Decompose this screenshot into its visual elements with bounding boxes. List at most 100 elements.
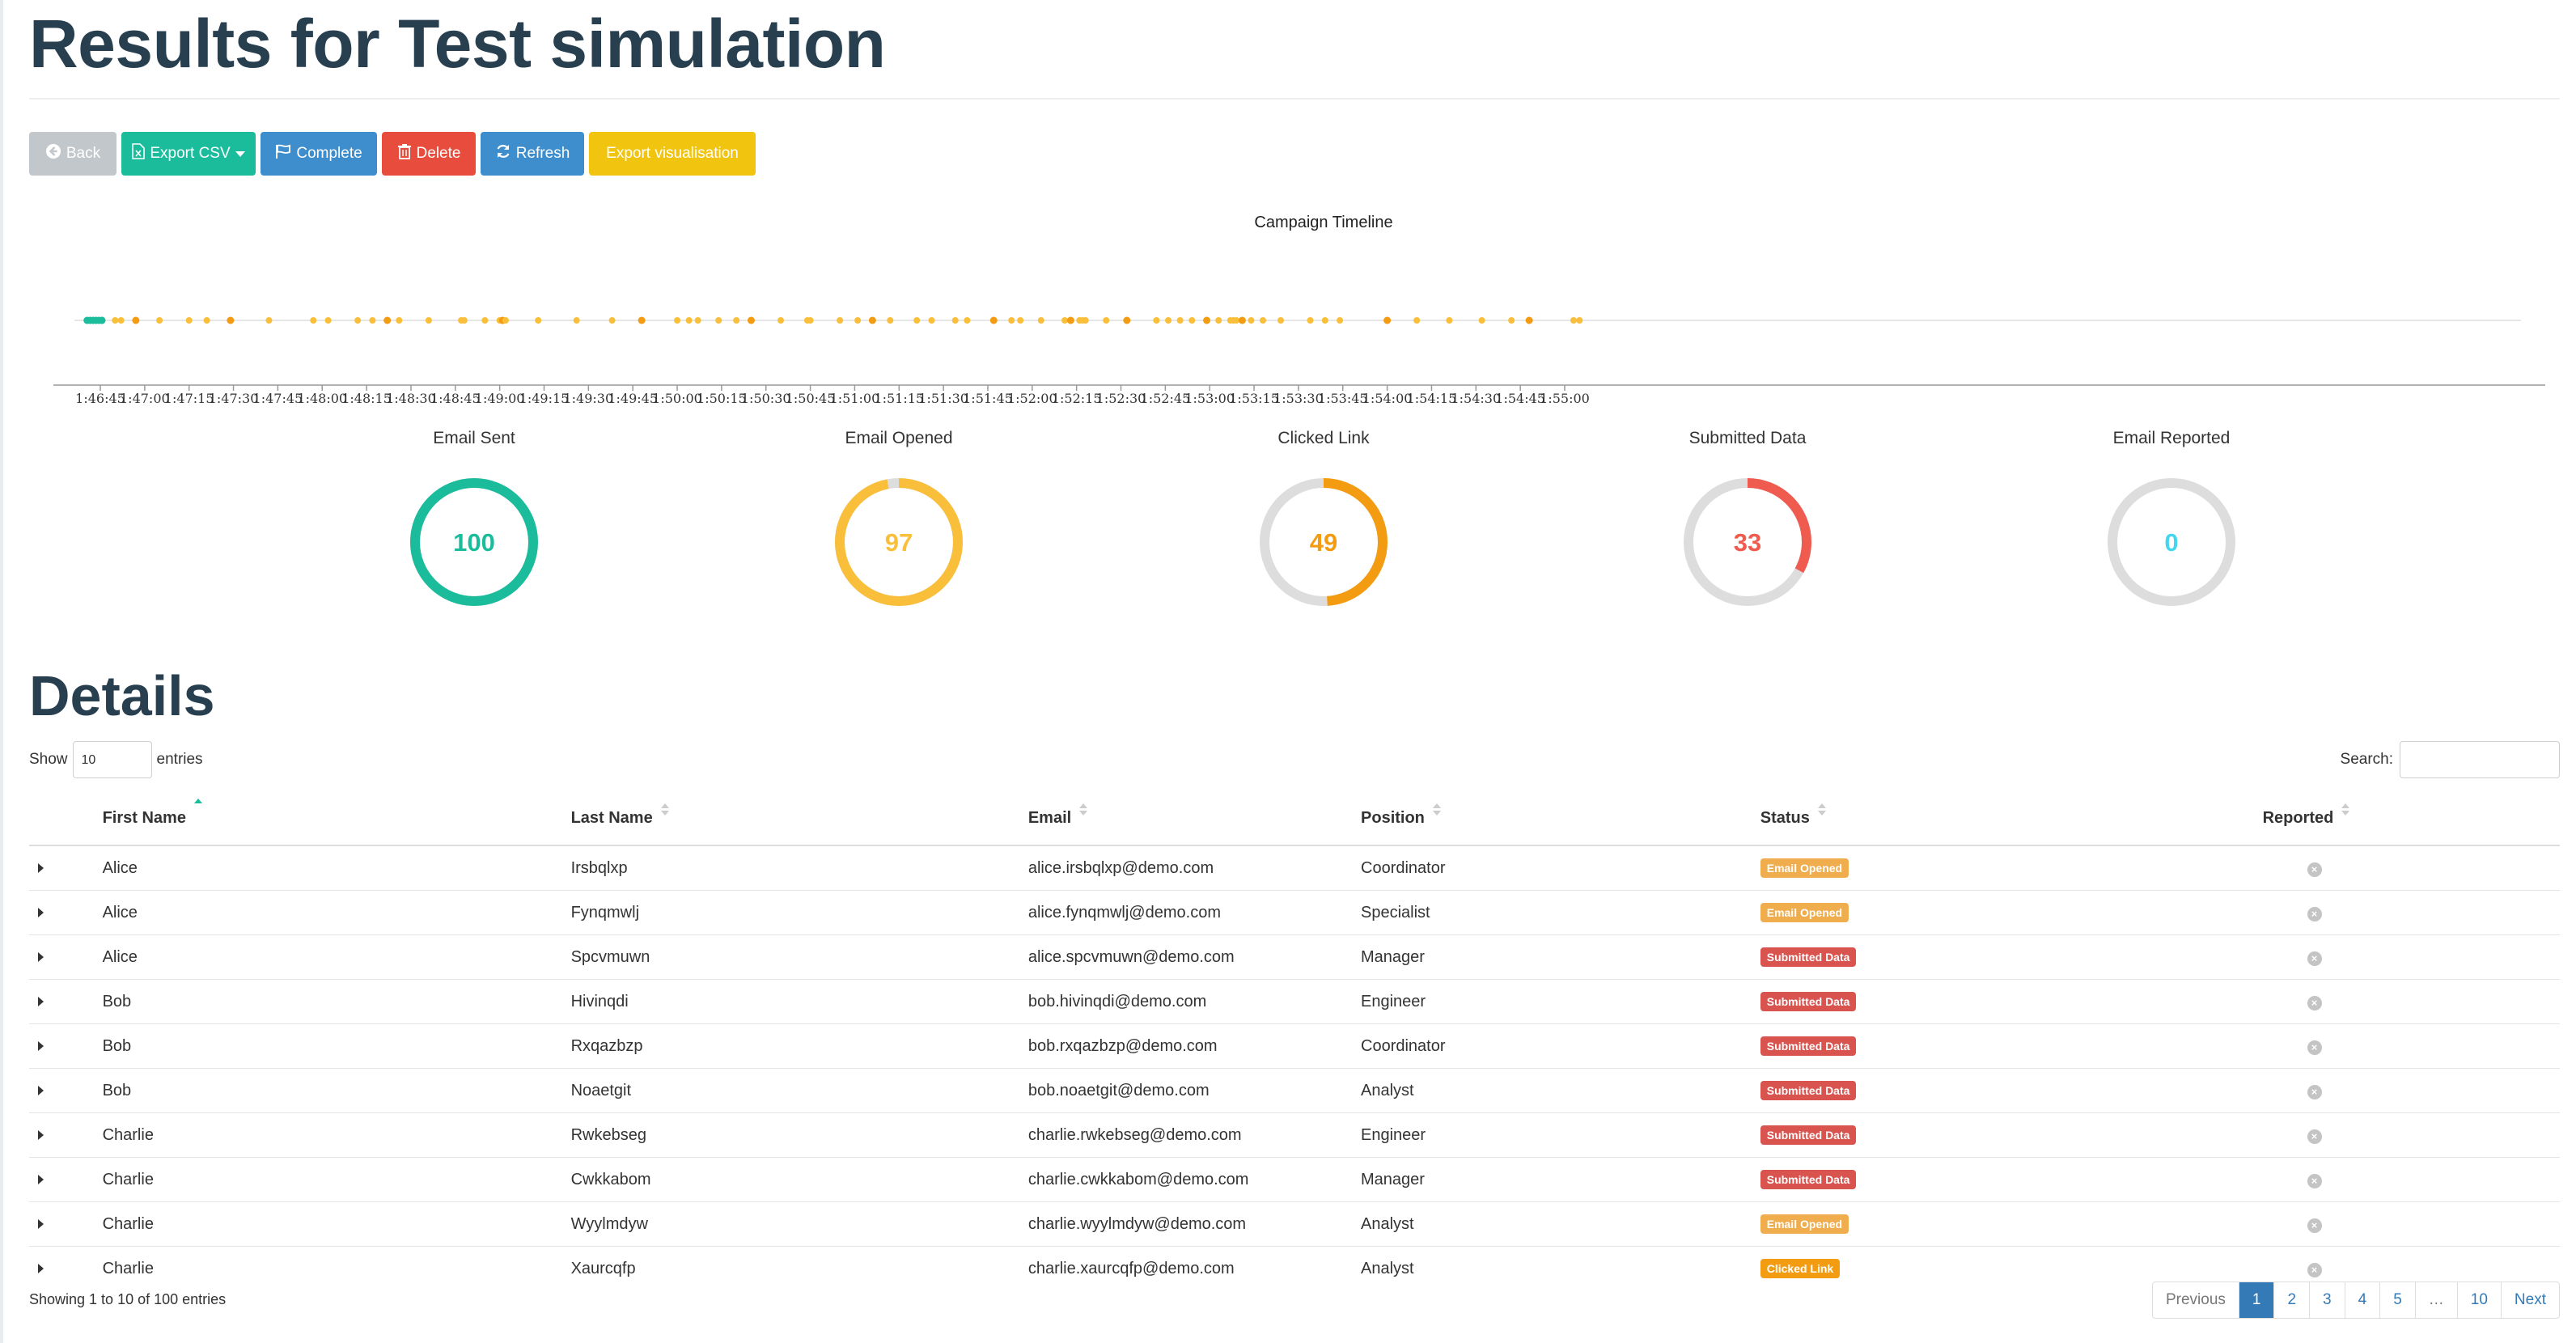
caret-right-icon[interactable] — [38, 907, 44, 917]
timeline-event-dot[interactable] — [1478, 317, 1485, 324]
column-header-email[interactable]: Email — [1027, 791, 1361, 846]
timeline-event-dot[interactable] — [1277, 317, 1284, 324]
expand-row-cell[interactable] — [29, 934, 102, 980]
export-visualisation-button[interactable]: Export visualisation — [589, 132, 756, 176]
expand-row-cell[interactable] — [29, 1157, 102, 1202]
timeline-event-dot[interactable] — [1508, 317, 1515, 324]
timeline-event-dot[interactable] — [324, 317, 332, 324]
caret-right-icon[interactable] — [38, 1174, 44, 1184]
table-row[interactable]: Bob Rxqazbzp bob.rxqazbzp@demo.com Coordina… — [29, 1023, 2560, 1069]
caret-right-icon[interactable] — [38, 1263, 44, 1273]
timeline-event-dot[interactable] — [502, 317, 509, 324]
timeline-event-dot[interactable] — [1576, 317, 1583, 324]
timeline-event-dot[interactable] — [1321, 317, 1328, 324]
timeline-event-dot[interactable] — [964, 317, 971, 324]
timeline-event-dot[interactable] — [694, 317, 701, 324]
caret-right-icon[interactable] — [38, 1040, 44, 1051]
timeline-event-dot[interactable] — [1203, 316, 1211, 324]
timeline-event-dot[interactable] — [265, 317, 273, 324]
timeline-event-dot[interactable] — [1176, 317, 1184, 324]
expand-row-cell[interactable] — [29, 890, 102, 935]
caret-right-icon[interactable] — [38, 1085, 44, 1095]
timeline-event-dot[interactable] — [117, 317, 125, 324]
timeline-event-dot[interactable] — [1238, 316, 1246, 324]
timeline-event-dot[interactable] — [913, 317, 921, 324]
timeline-event-dot[interactable] — [310, 317, 317, 324]
timeline-event-dot[interactable] — [573, 317, 580, 324]
timeline-event-dot[interactable] — [928, 317, 935, 324]
timeline-event-dot[interactable] — [777, 317, 785, 324]
timeline-event-dot[interactable] — [854, 317, 862, 324]
timeline-event-dot[interactable] — [989, 316, 998, 324]
timeline-event-dot[interactable] — [1260, 317, 1267, 324]
timeline-event-dot[interactable] — [1037, 317, 1044, 324]
timeline-event-dot[interactable] — [1233, 317, 1240, 324]
timeline-event-dot[interactable] — [1082, 317, 1089, 324]
timeline-event-dot[interactable] — [1188, 317, 1196, 324]
timeline-event-dot[interactable] — [481, 317, 489, 324]
table-row[interactable]: Charlie Rwkebseg charlie.rwkebseg@demo.com… — [29, 1112, 2560, 1158]
column-header-first-name[interactable]: First Name — [101, 791, 570, 846]
next-page-button[interactable]: Next — [2500, 1282, 2559, 1318]
caret-right-icon[interactable] — [38, 951, 44, 962]
timeline-event-dot[interactable] — [1123, 316, 1131, 324]
refresh-button[interactable]: Refresh — [481, 132, 584, 176]
timeline-event-dot[interactable] — [1153, 317, 1160, 324]
timeline-event-dot[interactable] — [1446, 317, 1453, 324]
back-button[interactable]: Back — [29, 132, 117, 176]
timeline-event-dot[interactable] — [807, 317, 814, 324]
timeline-event-dot[interactable] — [747, 316, 755, 324]
expand-row-cell[interactable] — [29, 1246, 102, 1290]
caret-right-icon[interactable] — [38, 996, 44, 1006]
table-row[interactable]: Charlie Cwkkabom charlie.cwkkabom@demo.com… — [29, 1157, 2560, 1202]
expand-row-cell[interactable] — [29, 1201, 102, 1247]
page-button-3[interactable]: 3 — [2309, 1282, 2345, 1318]
page-button-2[interactable]: 2 — [2273, 1282, 2309, 1318]
timeline-event-dot[interactable] — [887, 317, 894, 324]
timeline-event-dot[interactable] — [132, 316, 140, 324]
delete-button[interactable]: Delete — [382, 132, 476, 176]
timeline-event-dot[interactable] — [535, 317, 542, 324]
caret-right-icon[interactable] — [38, 1218, 44, 1229]
page-button-1[interactable]: 1 — [2238, 1282, 2274, 1318]
column-header-last-name[interactable]: Last Name — [570, 791, 1027, 846]
timeline-event-dot[interactable] — [1103, 317, 1110, 324]
timeline-event-dot[interactable] — [1248, 317, 1255, 324]
table-row[interactable]: Bob Noaetgit bob.noaetgit@demo.com Analyst S… — [29, 1068, 2560, 1113]
expand-row-cell[interactable] — [29, 845, 102, 891]
timeline-event-dot[interactable] — [112, 317, 119, 324]
timeline-event-dot[interactable] — [1337, 317, 1344, 324]
table-row[interactable]: Alice Fynqmwlj alice.fynqmwlj@demo.com Spec… — [29, 890, 2560, 935]
timeline-event-dot[interactable] — [227, 316, 235, 324]
timeline-event-dot[interactable] — [383, 316, 392, 324]
complete-button[interactable]: Complete — [261, 132, 377, 176]
timeline-sent-dot[interactable] — [98, 316, 106, 324]
timeline-event-dot[interactable] — [1215, 317, 1222, 324]
timeline-event-dot[interactable] — [951, 317, 959, 324]
search-input[interactable] — [2400, 741, 2560, 778]
timeline-event-dot[interactable] — [733, 317, 740, 324]
table-row[interactable]: Alice Spcvmuwn alice.spcvmuwn@demo.com Mana… — [29, 934, 2560, 980]
timeline-event-dot[interactable] — [425, 317, 432, 324]
timeline-event-dot[interactable] — [156, 317, 163, 324]
expand-row-cell[interactable] — [29, 1023, 102, 1069]
timeline-event-dot[interactable] — [1525, 316, 1533, 324]
table-row[interactable]: Bob Hivinqdi bob.hivinqdi@demo.com Engineer… — [29, 979, 2560, 1024]
timeline-event-dot[interactable] — [715, 317, 722, 324]
page-button-4[interactable]: 4 — [2344, 1282, 2380, 1318]
timeline-event-dot[interactable] — [1165, 317, 1172, 324]
expand-row-cell[interactable] — [29, 1112, 102, 1158]
table-row[interactable]: Alice Irsbqlxp alice.irsbqlxp@demo.com Coor… — [29, 845, 2560, 891]
timeline-event-dot[interactable] — [868, 316, 876, 324]
expand-row-cell[interactable] — [29, 1068, 102, 1113]
caret-right-icon[interactable] — [38, 1129, 44, 1140]
timeline-event-dot[interactable] — [608, 317, 616, 324]
timeline-event-dot[interactable] — [369, 317, 376, 324]
timeline-event-dot[interactable] — [460, 317, 468, 324]
timeline-event-dot[interactable] — [354, 317, 362, 324]
caret-right-icon[interactable] — [38, 862, 44, 873]
timeline-event-dot[interactable] — [1413, 317, 1421, 324]
expand-row-cell[interactable] — [29, 979, 102, 1024]
column-header-status[interactable]: Status — [1759, 791, 2262, 846]
timeline-event-dot[interactable] — [185, 317, 193, 324]
